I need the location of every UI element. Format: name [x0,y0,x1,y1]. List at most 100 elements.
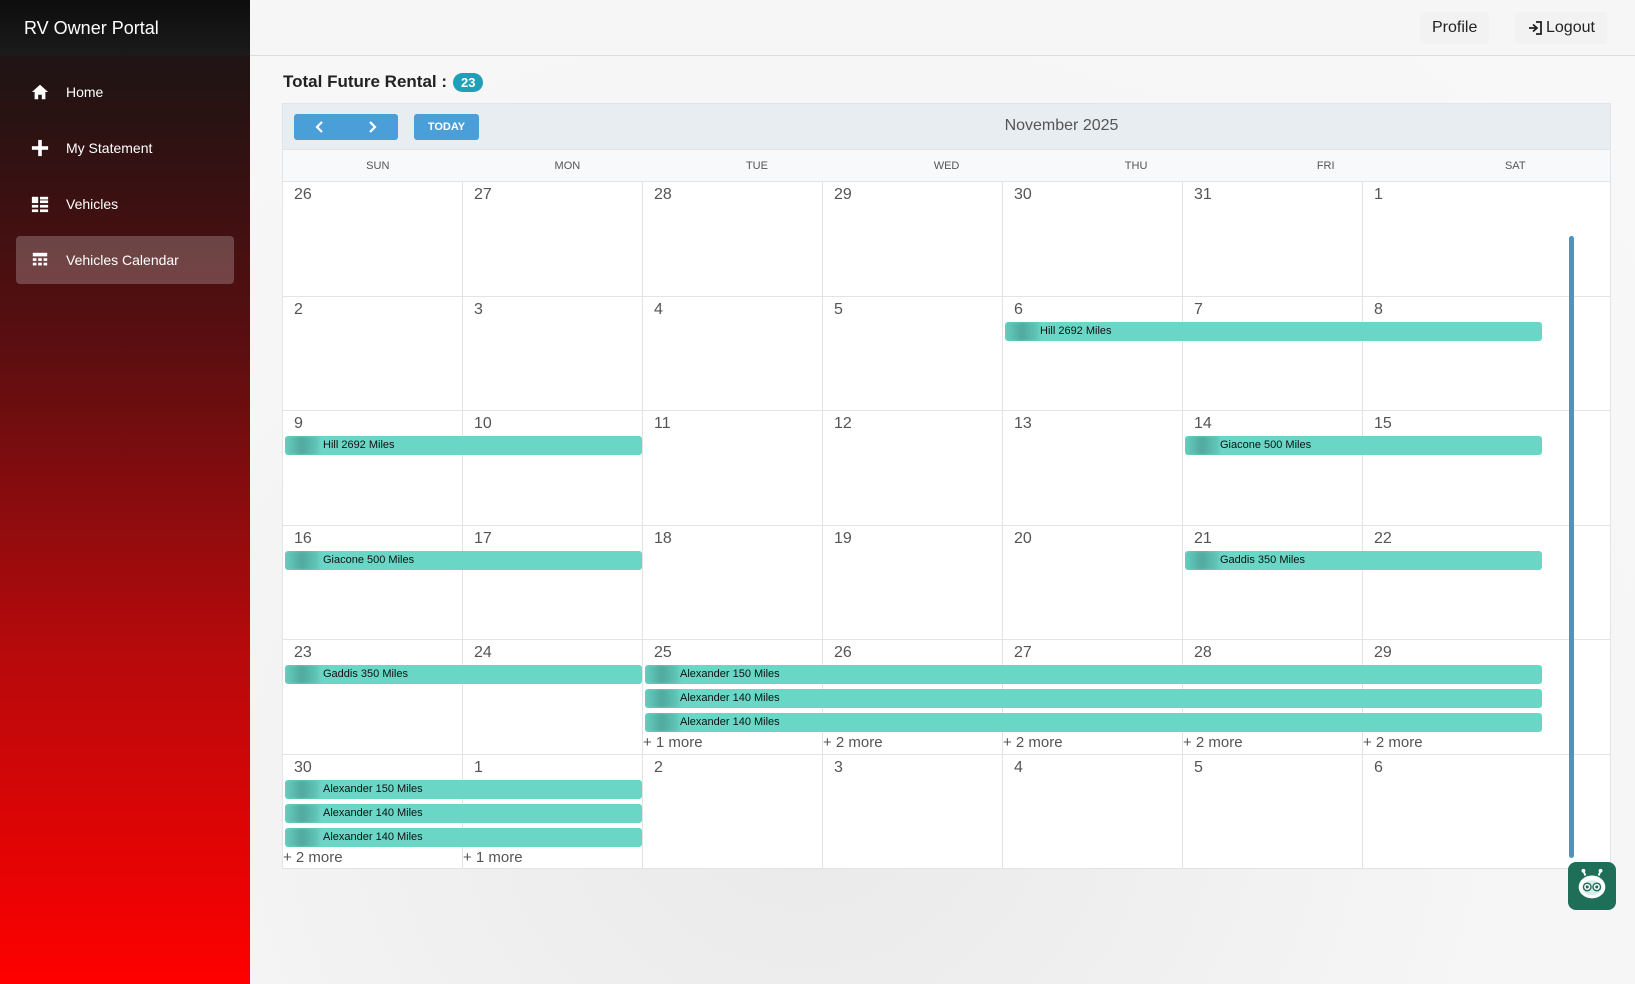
day-number: 23 [294,644,312,661]
sidebar-item-vehicles-calendar[interactable]: Vehicles Calendar [16,236,234,284]
redacted-name [285,436,319,455]
day-cell[interactable]: 6 [1003,296,1183,411]
sidebar-item-vehicles[interactable]: Vehicles [16,180,234,228]
rental-count-badge: 23 [453,72,484,92]
day-cell[interactable]: 2 [283,296,463,411]
day-number: 30 [294,758,312,776]
rental-event-label: Alexander 150 Miles [323,782,423,795]
rental-event[interactable]: Hill 2692 Miles [1005,321,1542,341]
day-number: 5 [1194,758,1203,776]
calendar-grid: 26 27 28 29 30 31 1 2 3 4 5 6 7 8 9 10 11 12 13 14 15 16 17 18 1… [282,182,1611,869]
day-number: 5 [834,300,843,318]
day-number: 4 [654,300,663,318]
day-cell[interactable]: 4 [643,296,823,411]
day-number: 16 [294,529,312,547]
more-events-link[interactable]: + 2 more [823,734,883,751]
profile-button[interactable]: Profile [1420,12,1490,44]
redacted-name [285,550,319,570]
month-title: November 2025 [1004,117,1119,134]
logout-button[interactable]: Logout [1515,12,1607,44]
rental-event-label: Alexander 140 Miles [680,692,780,704]
weekday-label: SAT [1504,160,1526,172]
day-cell[interactable]: 2 [643,754,823,869]
more-events-link[interactable]: + 2 more [1003,734,1063,751]
day-cell[interactable]: 29 [823,182,1003,297]
more-events-link[interactable]: + 2 more [1183,734,1243,751]
day-number: 18 [654,529,672,547]
redacted-name [1005,321,1039,341]
rental-event[interactable]: Alexander 140 Miles [285,803,642,823]
rental-event-label: Alexander 150 Miles [680,668,780,680]
rental-event[interactable]: Gaddis 350 Miles [1185,550,1542,570]
more-events-link[interactable]: + 2 more [1363,734,1423,751]
day-cell[interactable]: 30 [1003,182,1183,297]
weekday-label: FRI [1316,160,1335,172]
total-future-rental: Total Future Rental : 23 [283,72,484,92]
day-number: 8 [1374,300,1383,318]
redacted-name [285,779,319,799]
day-cell[interactable]: 13 [1003,411,1183,526]
top-bar: Profile Logout [250,0,1635,56]
redacted-name [285,665,319,684]
rental-event[interactable]: Giacone 500 Miles [285,550,642,570]
day-cell[interactable]: 5 [823,296,1003,411]
day-cell[interactable]: 26 [283,182,463,297]
day-number: 15 [1374,415,1392,432]
day-cell[interactable]: 17 [463,525,643,640]
day-cell[interactable]: 18 [643,525,823,640]
day-cell[interactable]: 28 [643,182,823,297]
rental-event[interactable]: Hill 2692 Miles [285,436,642,455]
day-number: 26 [834,644,852,661]
rental-event[interactable]: Giacone 500 Miles [1185,436,1542,455]
day-number: 24 [474,644,492,661]
day-number: 4 [1014,758,1023,776]
day-number: 19 [834,529,852,547]
day-cell[interactable]: 12 [823,411,1003,526]
day-cell[interactable]: 24 [463,640,643,755]
more-events-link[interactable]: + 1 more [463,849,523,866]
sidebar-item-label: Vehicles [66,196,119,212]
day-number: 26 [294,186,312,203]
day-cell[interactable]: 23 [283,640,463,755]
redacted-name [1185,436,1219,455]
day-cell[interactable]: 3 [463,296,643,411]
day-cell[interactable]: 21 [1183,525,1363,640]
day-number: 6 [1014,300,1023,318]
day-cell[interactable]: 14 [1183,411,1363,526]
rental-event-label: Hill 2692 Miles [323,439,395,451]
day-cell[interactable]: 10 [463,411,643,526]
redacted-name [285,803,319,823]
rental-event[interactable]: Alexander 140 Miles [645,689,1542,708]
rental-event[interactable]: Gaddis 350 Miles [285,665,642,684]
day-number: 25 [654,644,672,661]
day-cell[interactable]: 20 [1003,525,1183,640]
rental-event[interactable]: Alexander 140 Miles [285,827,642,847]
day-number: 9 [294,415,303,432]
day-cell[interactable]: 19 [823,525,1003,640]
day-cell[interactable]: 11 [643,411,823,526]
plus-icon [30,138,50,158]
sidebar-item-home[interactable]: Home [16,68,234,116]
rental-event[interactable]: Alexander 150 Miles [285,779,642,799]
sidebar-item-my-statement[interactable]: My Statement [16,124,234,172]
rental-event[interactable]: Alexander 140 Miles [645,713,1542,732]
day-cell[interactable]: 9 [283,411,463,526]
day-number: 17 [474,529,492,547]
day-cell[interactable]: 7 [1183,296,1363,411]
day-cell[interactable]: 16 [283,525,463,640]
more-events-link[interactable]: + 1 more [643,734,703,751]
redacted-name [645,665,679,684]
day-cell[interactable]: 3 [823,754,1003,869]
sidebar-item-label: Vehicles Calendar [66,252,179,268]
calendar-scrollbar[interactable] [1569,236,1574,858]
day-number: 13 [1014,415,1032,432]
more-events-link[interactable]: + 2 more [283,849,343,866]
app-title: RV Owner Portal [0,0,250,56]
chatbot-button[interactable] [1568,862,1616,910]
day-cell[interactable]: 5 [1183,754,1363,869]
day-cell[interactable]: 27 [463,182,643,297]
day-cell[interactable]: 31 [1183,182,1363,297]
weekday-header: SUN MON TUE WED THU FRI SAT [282,150,1611,182]
day-cell[interactable]: 4 [1003,754,1183,869]
rental-event[interactable]: Alexander 150 Miles [645,665,1542,684]
